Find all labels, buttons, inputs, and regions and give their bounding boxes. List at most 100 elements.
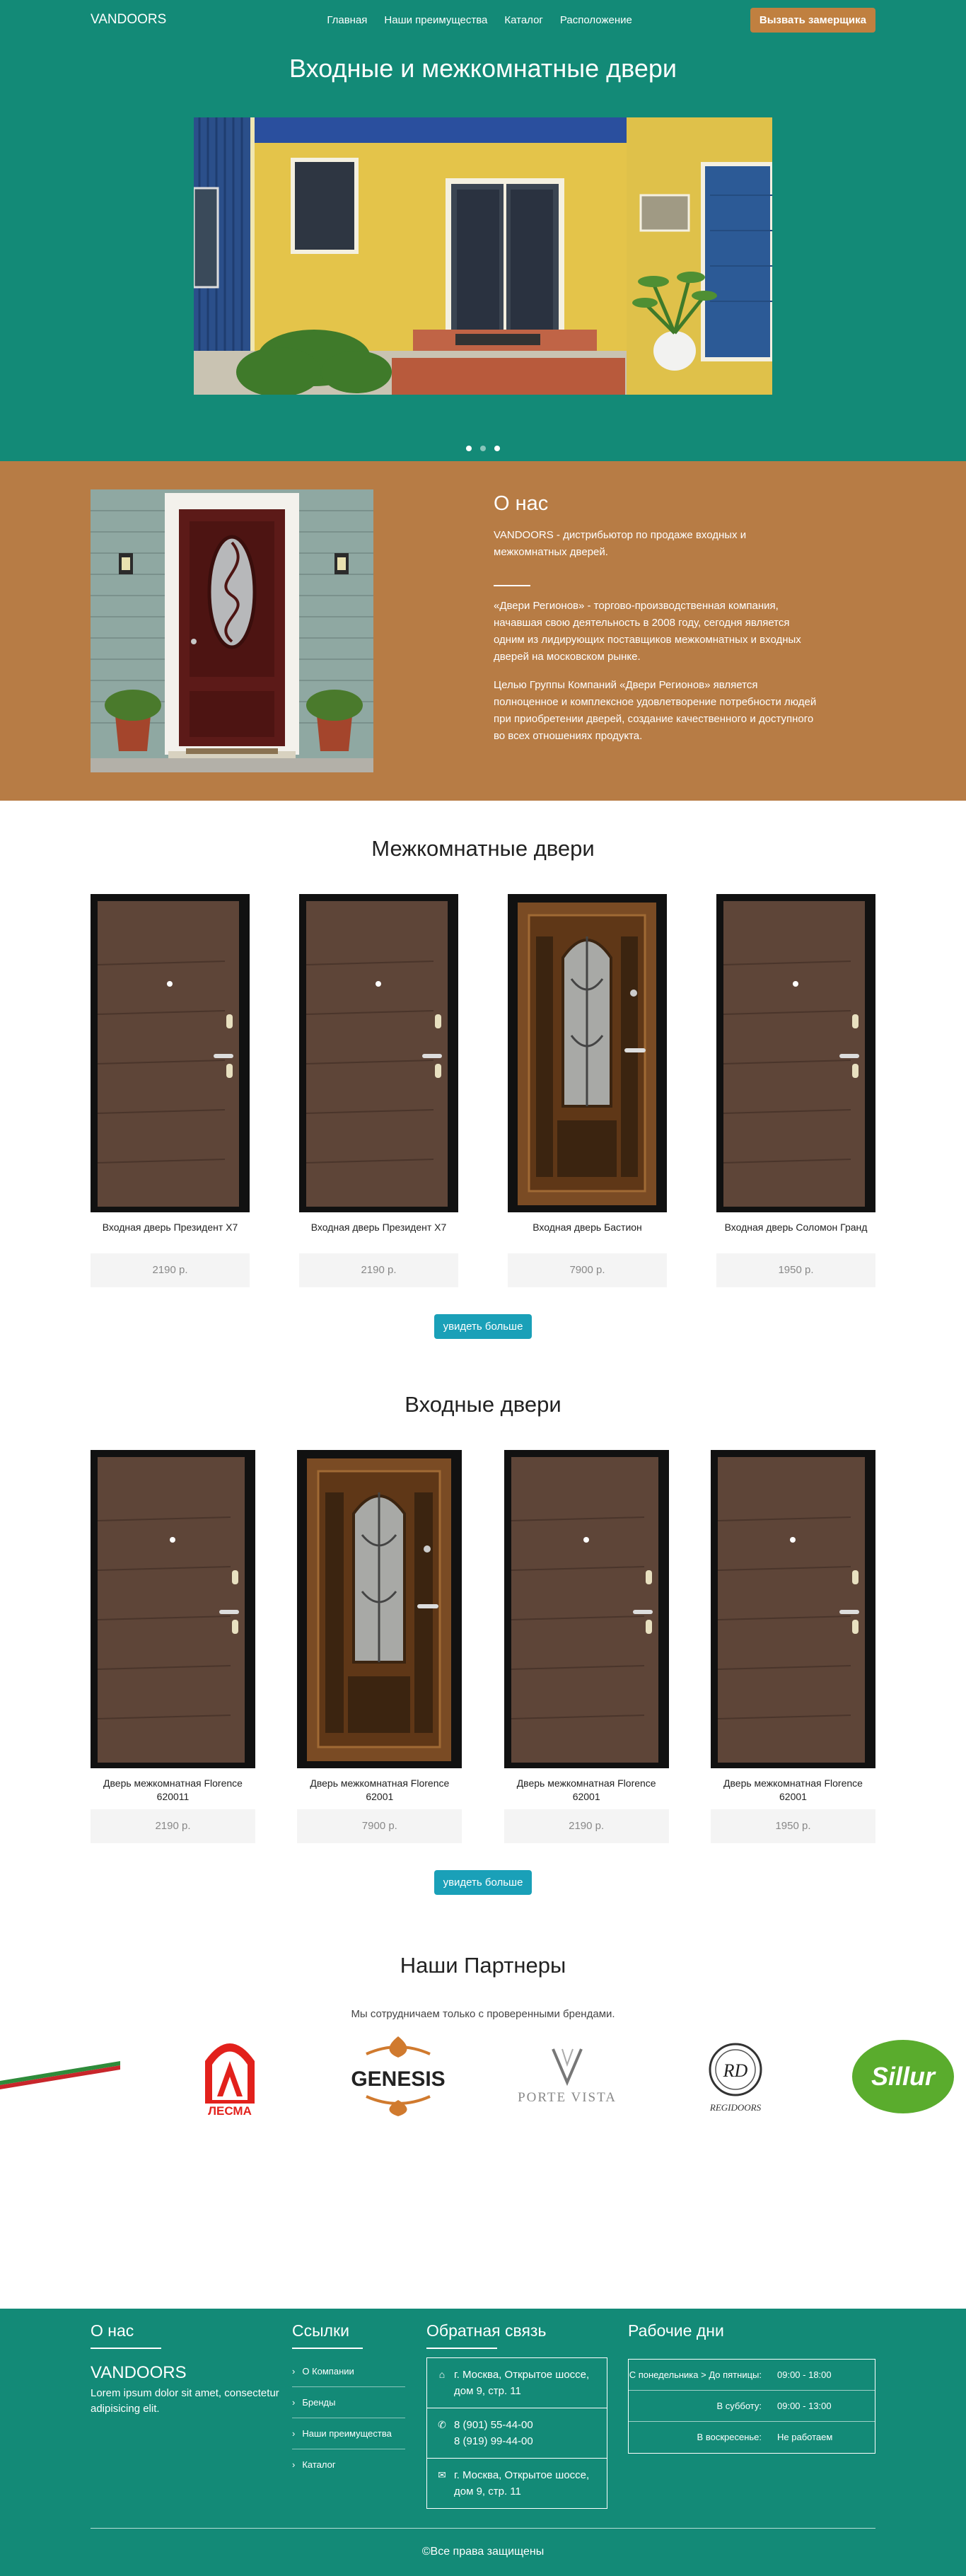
contact-mail-address: г. Москва, Открытое шоссе, дом 9, стр. 1… xyxy=(454,2469,590,2497)
footer-title-underline xyxy=(426,2348,497,2349)
footer-contact-column: Обратная связь ⌂ г. Москва, Открытое шос… xyxy=(426,2321,628,2528)
door-image[interactable] xyxy=(716,894,875,1212)
product-card[interactable]: Дверь межкомнатная Florence 62001 7900 р… xyxy=(297,1450,462,1843)
about-divider xyxy=(494,585,530,586)
hero-slide-image[interactable] xyxy=(194,117,772,395)
product-card[interactable]: Дверь межкомнатная Florence 62001 2190 р… xyxy=(504,1450,669,1843)
contact-phones: 8 (901) 55-44-00 8 (919) 99-44-00 xyxy=(454,2417,533,2449)
genesis-logo-icon: GENESIS xyxy=(351,2036,446,2116)
product-name[interactable]: Дверь межкомнатная Florence 62001 xyxy=(711,1777,875,1804)
call-measurer-button[interactable]: Вызвать замерщика xyxy=(750,7,875,33)
regidoors-logo-icon: RD REGIDOORS xyxy=(709,2043,762,2113)
slider-dot[interactable] xyxy=(494,446,500,451)
partner-logo-sillur[interactable]: Sillur xyxy=(852,2040,966,2121)
modern-door-illustration xyxy=(716,894,875,1212)
nav-link-home[interactable]: Главная xyxy=(327,14,367,26)
product-name[interactable]: Входная дверь Бастион xyxy=(508,1221,667,1248)
partner-logo-porte-vista[interactable]: PORTE VISTA xyxy=(509,2043,626,2111)
contact-phone-1[interactable]: 8 (901) 55-44-00 xyxy=(454,2417,533,2433)
nav-link-advantages[interactable]: Наши преимущества xyxy=(384,14,487,26)
slider-dot[interactable] xyxy=(466,446,472,451)
product-name[interactable]: Входная дверь Президент X7 xyxy=(299,1221,458,1248)
see-more-button[interactable]: увидеть больше xyxy=(433,1314,533,1339)
chevron-right-icon: › xyxy=(292,2459,296,2470)
site-footer: О нас VANDOORS Lorem ipsum dolor sit ame… xyxy=(0,2309,966,2576)
modern-door-illustration xyxy=(91,894,250,1212)
product-card[interactable]: Входная дверь Президент X7 2190 р. xyxy=(91,894,250,1287)
door-image[interactable] xyxy=(508,894,667,1212)
phone-icon: ✆ xyxy=(438,2419,446,2430)
partner-logos-carousel: MORELLI ЛЕСМА GENESIS PORTE VISTA RD REG… xyxy=(0,2033,966,2118)
contact-address-row: ⌂ г. Москва, Открытое шоссе, дом 9, стр.… xyxy=(427,2358,607,2408)
top-navbar: VANDOORS Главная Наши преимущества Катал… xyxy=(91,0,875,40)
partner-logo-lesma[interactable]: ЛЕСМА xyxy=(202,2033,258,2121)
footer-link-label: О Компании xyxy=(302,2366,354,2377)
svg-text:GENESIS: GENESIS xyxy=(351,2067,445,2091)
product-price: 2190 р. xyxy=(91,1809,255,1843)
footer-link-label: Наши преимущества xyxy=(302,2428,392,2439)
door-image[interactable] xyxy=(299,894,458,1212)
product-card[interactable]: Дверь межкомнатная Florence 62001 1950 р… xyxy=(710,1450,875,1843)
nav-link-catalog[interactable]: Каталог xyxy=(504,14,543,26)
footer-hours-title: Рабочие дни xyxy=(628,2321,724,2340)
nav-link-location[interactable]: Расположение xyxy=(560,14,632,26)
product-card[interactable]: Входная дверь Соломон Гранд 1950 р. xyxy=(716,894,875,1287)
product-name[interactable]: Входная дверь Президент X7 xyxy=(91,1221,250,1248)
partner-logo-genesis[interactable]: GENESIS xyxy=(338,2033,458,2121)
hours-time: 09:00 - 13:00 xyxy=(777,2401,832,2411)
footer-link-brands[interactable]: › Бренды xyxy=(292,2387,405,2418)
door-image[interactable] xyxy=(504,1450,669,1768)
about-text-block: О нас VANDOORS - дистрибьютор по продаже… xyxy=(494,489,819,772)
morelli-logo-icon: MORELLI xyxy=(0,2060,120,2089)
hours-day: С понедельника > До пятницы: xyxy=(629,2369,762,2380)
hero-title: Входные и межкомнатные двери xyxy=(289,54,677,83)
product-card[interactable]: Входная дверь Бастион 7900 р. xyxy=(508,894,667,1287)
modern-door-illustration xyxy=(299,894,458,1212)
product-grid-entrance: Дверь межкомнатная Florence 620011 2190 … xyxy=(91,1450,875,1843)
porte-vista-logo-icon: PORTE VISTA xyxy=(518,2048,615,2105)
partner-logo-regidoors[interactable]: RD REGIDOORS xyxy=(697,2033,774,2121)
product-price: 2190 р. xyxy=(504,1809,669,1843)
door-image[interactable] xyxy=(297,1450,462,1768)
product-price: 1950 р. xyxy=(716,1253,875,1287)
brand-logo[interactable]: VANDOORS xyxy=(91,12,166,28)
footer-links-title: Ссылки xyxy=(292,2321,349,2340)
footer-link-advantages[interactable]: › Наши преимущества xyxy=(292,2418,405,2449)
product-name[interactable]: Входная дверь Соломон Гранд xyxy=(716,1221,875,1248)
lesma-logo-icon: ЛЕСМА xyxy=(205,2043,255,2118)
slider-dot[interactable] xyxy=(480,446,486,451)
entrance-doors-section: Входные двери Дверь межкомнатная Florenc… xyxy=(0,1339,966,1895)
product-card[interactable]: Входная дверь Президент X7 2190 р. xyxy=(299,894,458,1287)
section-title-interior: Межкомнатные двери xyxy=(371,836,595,861)
door-image[interactable] xyxy=(710,1450,875,1768)
footer-link-company[interactable]: › О Компании xyxy=(292,2356,405,2387)
about-paragraph-1: VANDOORS - дистрибьютор по продаже входн… xyxy=(494,529,747,558)
working-hours-table: С понедельника > До пятницы: 09:00 - 18:… xyxy=(628,2359,875,2454)
slider-dots xyxy=(0,446,966,451)
door-image[interactable] xyxy=(91,894,250,1212)
sillur-logo-icon: Sillur xyxy=(852,2040,954,2113)
door-photo-illustration xyxy=(91,489,373,772)
hero-section: VANDOORS Главная Наши преимущества Катал… xyxy=(0,0,966,461)
product-card[interactable]: Дверь межкомнатная Florence 620011 2190 … xyxy=(91,1450,255,1843)
product-price: 2190 р. xyxy=(91,1253,250,1287)
footer-link-label: Каталог xyxy=(302,2459,336,2470)
product-name[interactable]: Дверь межкомнатная Florence 62001 xyxy=(297,1777,462,1804)
product-name[interactable]: Дверь межкомнатная Florence 620011 xyxy=(91,1777,255,1804)
product-name[interactable]: Дверь межкомнатная Florence 62001 xyxy=(504,1777,669,1804)
envelope-icon: ✉ xyxy=(438,2469,446,2481)
partners-section: Наши Партнеры Мы сотрудничаем только с п… xyxy=(0,1895,966,2309)
door-image[interactable] xyxy=(91,1450,255,1768)
hours-time: Не работаем xyxy=(777,2432,833,2442)
interior-doors-section: Межкомнатные двери Входная дверь Президе… xyxy=(0,801,966,1339)
footer-brand: VANDOORS xyxy=(91,2363,187,2382)
chevron-right-icon: › xyxy=(292,2428,296,2439)
svg-text:ЛЕСМА: ЛЕСМА xyxy=(208,2104,252,2118)
see-more-button[interactable]: увидеть больше xyxy=(433,1870,533,1895)
partner-logo-morelli[interactable]: MORELLI xyxy=(0,2054,120,2093)
copyright: ©Все права защищены xyxy=(91,2528,875,2558)
footer-link-catalog[interactable]: › Каталог xyxy=(292,2449,405,2481)
footer-about-title: О нас xyxy=(91,2321,134,2340)
product-grid-interior: Входная дверь Президент X7 2190 р. Входн… xyxy=(91,894,875,1287)
contact-phone-2[interactable]: 8 (919) 99-44-00 xyxy=(454,2433,533,2449)
